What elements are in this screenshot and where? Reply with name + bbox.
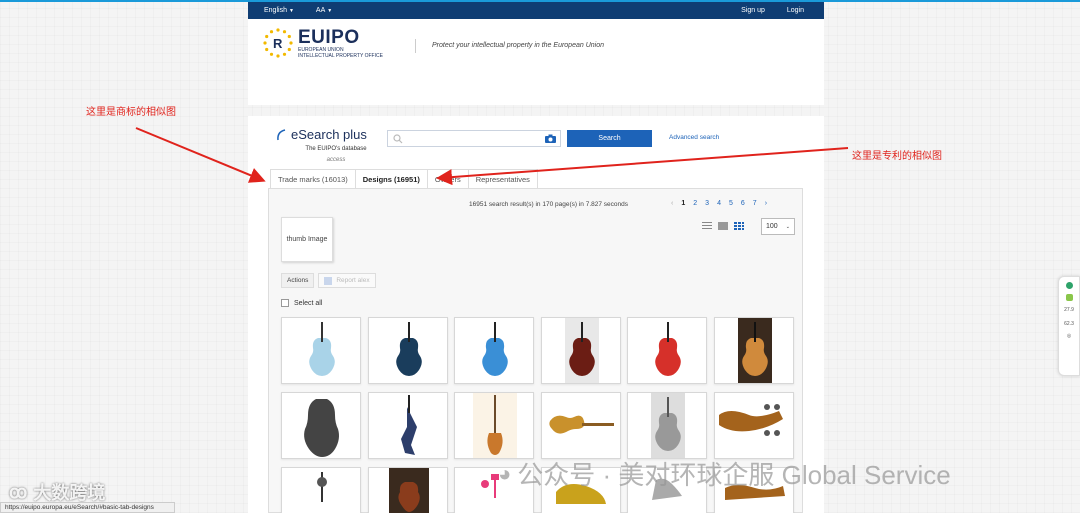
tab-designs[interactable]: Designs (16951) <box>354 169 428 188</box>
wechat-icon: ◕ <box>498 460 512 486</box>
status-url: https://euipo.europa.eu/eSearch/#basic-t… <box>0 502 175 513</box>
widget-value-2: 62.3 <box>1064 321 1074 327</box>
annotation-arrows <box>135 127 849 186</box>
watermark-right-text: 公众号 · 美对环球企服 Global Service <box>517 460 951 490</box>
refresh-icon[interactable]: ◎ <box>1059 333 1079 339</box>
watermark-logo-icon: ꝏ <box>9 481 28 502</box>
status-dot-icon <box>1065 282 1073 289</box>
side-widget[interactable]: 27.9 62.3 ◎ <box>1058 276 1080 376</box>
arrow-to-designs <box>436 147 849 186</box>
watermark-right: ◕ 公众号 · 美对环球企服 Global Service <box>498 455 951 492</box>
arrow-to-trademarks <box>135 127 266 183</box>
leaf-icon <box>1065 294 1073 301</box>
widget-value-1: 27.9 <box>1064 307 1074 313</box>
